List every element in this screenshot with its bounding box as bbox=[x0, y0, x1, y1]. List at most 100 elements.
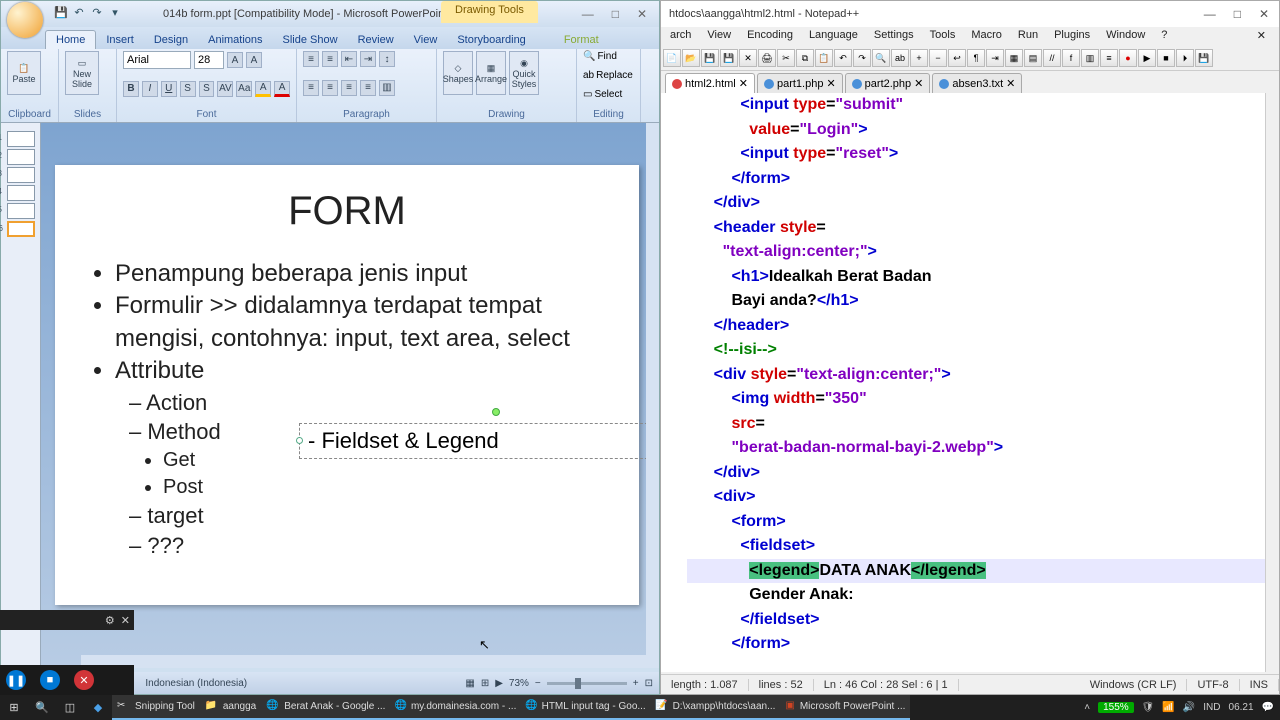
find-icon[interactable]: 🔍 bbox=[872, 49, 890, 67]
slide-content[interactable]: Penampung beberapa jenis input Formulir … bbox=[87, 258, 607, 560]
tab-home[interactable]: Home bbox=[45, 30, 96, 49]
menu-help[interactable]: ? bbox=[1154, 27, 1174, 47]
taskbar-app-snipping[interactable]: ✂Snipping Tool bbox=[112, 695, 200, 720]
taskbar-app-chrome2[interactable]: 🌐my.domainesia.com - ... bbox=[390, 695, 520, 720]
cut-icon[interactable]: ✂ bbox=[777, 49, 795, 67]
thumb-5[interactable]: 5 bbox=[7, 203, 35, 219]
tab-animations[interactable]: Animations bbox=[198, 31, 272, 49]
redo-icon[interactable]: ↷ bbox=[89, 6, 105, 22]
tray-chevron-icon[interactable]: ˄ bbox=[1084, 702, 1090, 713]
file-tab-part1[interactable]: part1.php✕ bbox=[757, 73, 843, 93]
shapes-button[interactable]: ◇Shapes bbox=[443, 51, 473, 95]
redo-icon[interactable]: ↷ bbox=[853, 49, 871, 67]
save-file-icon[interactable]: 💾 bbox=[701, 49, 719, 67]
search-button[interactable]: 🔍 bbox=[28, 695, 56, 720]
menu-tools[interactable]: Tools bbox=[923, 27, 963, 47]
replace-button[interactable]: abReplace bbox=[583, 70, 634, 81]
close-icon[interactable]: ✕ bbox=[637, 7, 647, 21]
record-macro-icon[interactable]: ● bbox=[1119, 49, 1137, 67]
playback-icon[interactable]: ⏵ bbox=[1176, 49, 1194, 67]
save-macro-icon[interactable]: 💾 bbox=[1195, 49, 1213, 67]
menu-plugins[interactable]: Plugins bbox=[1047, 27, 1097, 47]
undo-icon[interactable]: ↶ bbox=[834, 49, 852, 67]
line-spacing-icon[interactable]: ↕ bbox=[379, 51, 395, 67]
play-macro-icon[interactable]: ▶ bbox=[1138, 49, 1156, 67]
highlight-icon[interactable]: A bbox=[255, 81, 271, 97]
zoom-in-icon[interactable]: + bbox=[633, 678, 639, 689]
menu-view[interactable]: View bbox=[700, 27, 738, 47]
view-slideshow-icon[interactable]: ▶ bbox=[495, 678, 503, 689]
menu-window[interactable]: Window bbox=[1099, 27, 1152, 47]
tray-defender-icon[interactable]: 🛡 bbox=[1142, 702, 1155, 713]
justify-icon[interactable]: ≡ bbox=[360, 80, 376, 96]
menu-settings[interactable]: Settings bbox=[867, 27, 921, 47]
grow-font-icon[interactable]: A bbox=[227, 52, 243, 68]
menu-run[interactable]: Run bbox=[1011, 27, 1045, 47]
taskbar-app-ppt[interactable]: ▣Microsoft PowerPoint ... bbox=[780, 695, 910, 720]
taskbar-app-chrome1[interactable]: 🌐Berat Anak - Google ... bbox=[261, 695, 390, 720]
zoom-out-icon[interactable]: − bbox=[929, 49, 947, 67]
file-tab-absen3[interactable]: absen3.txt✕ bbox=[932, 73, 1022, 93]
minimize-icon[interactable]: — bbox=[582, 7, 594, 21]
print-icon[interactable]: 🖨 bbox=[758, 49, 776, 67]
taskbar-app-explorer[interactable]: 📁aangga bbox=[200, 695, 261, 720]
view-sorter-icon[interactable]: ⊞ bbox=[481, 678, 489, 689]
pinned-vscode-icon[interactable]: ◆ bbox=[84, 695, 112, 720]
close-tab-icon[interactable]: ✕ bbox=[914, 77, 923, 90]
menu-language[interactable]: Language bbox=[802, 27, 865, 47]
slide-title[interactable]: FORM bbox=[87, 189, 607, 234]
font-color-icon[interactable]: A bbox=[274, 81, 290, 97]
thumb-4[interactable]: 4 bbox=[7, 185, 35, 201]
file-tab-html2[interactable]: html2.html✕ bbox=[665, 73, 755, 93]
font-name-input[interactable] bbox=[123, 51, 191, 69]
arrange-button[interactable]: ▦Arrange bbox=[476, 51, 506, 95]
cancel-record-button[interactable]: ✕ bbox=[74, 670, 94, 690]
tray-wifi-icon[interactable]: 📶 bbox=[1162, 702, 1174, 713]
select-button[interactable]: ▭Select bbox=[583, 89, 634, 100]
thumb-6[interactable]: 6 bbox=[7, 221, 35, 237]
slide-canvas[interactable]: FORM Penampung beberapa jenis input Form… bbox=[41, 123, 659, 668]
bullets-icon[interactable]: ≡ bbox=[303, 51, 319, 67]
columns-icon[interactable]: ▥ bbox=[379, 80, 395, 96]
close-file-icon[interactable]: ✕ bbox=[739, 49, 757, 67]
tab-format[interactable]: Format bbox=[554, 31, 609, 49]
npp-close-doc-icon[interactable]: ✕ bbox=[1250, 27, 1273, 47]
save-icon[interactable]: 💾 bbox=[53, 6, 69, 22]
unfold-icon[interactable]: ▤ bbox=[1024, 49, 1042, 67]
shrink-font-icon[interactable]: A bbox=[246, 52, 262, 68]
italic-icon[interactable]: I bbox=[142, 81, 158, 97]
open-file-icon[interactable]: 📂 bbox=[682, 49, 700, 67]
undo-icon[interactable]: ↶ bbox=[71, 6, 87, 22]
close-tab-icon[interactable]: ✕ bbox=[1006, 77, 1015, 90]
indent-icon[interactable]: ⇥ bbox=[986, 49, 1004, 67]
close-recorder-icon[interactable]: ✕ bbox=[121, 614, 130, 627]
case-icon[interactable]: Aa bbox=[236, 81, 252, 97]
thumb-2[interactable]: 2 bbox=[7, 149, 35, 165]
stop-button[interactable]: ■ bbox=[40, 670, 60, 690]
file-tab-part2[interactable]: part2.php✕ bbox=[845, 73, 931, 93]
save-all-icon[interactable]: 💾 bbox=[720, 49, 738, 67]
tab-slideshow[interactable]: Slide Show bbox=[273, 31, 348, 49]
taskbar-app-chrome3[interactable]: 🌐HTML input tag - Goo... bbox=[520, 695, 650, 720]
tray-volume-icon[interactable]: 🔊 bbox=[1183, 702, 1195, 713]
wrap-icon[interactable]: ↩ bbox=[948, 49, 966, 67]
find-button[interactable]: 🔍Find bbox=[583, 51, 634, 62]
new-file-icon[interactable]: 📄 bbox=[663, 49, 681, 67]
qat-more-icon[interactable]: ▾ bbox=[107, 6, 123, 22]
view-normal-icon[interactable]: ▦ bbox=[465, 678, 474, 689]
align-left-icon[interactable]: ≡ bbox=[303, 80, 319, 96]
close-tab-icon[interactable]: ✕ bbox=[826, 77, 835, 90]
font-size-input[interactable] bbox=[194, 51, 224, 69]
taskbar-app-npp[interactable]: 📝D:\xampp\htdocs\aan... bbox=[650, 695, 780, 720]
menu-macro[interactable]: Macro bbox=[964, 27, 1009, 47]
npp-maximize-icon[interactable]: □ bbox=[1234, 7, 1241, 21]
task-view-button[interactable]: ◫ bbox=[56, 695, 84, 720]
align-center-icon[interactable]: ≡ bbox=[322, 80, 338, 96]
start-button[interactable]: ⊞ bbox=[0, 695, 28, 720]
zoom-value[interactable]: 73% bbox=[509, 678, 529, 689]
menu-encoding[interactable]: Encoding bbox=[740, 27, 800, 47]
pp-hscrollbar[interactable] bbox=[81, 655, 646, 668]
npp-close-icon[interactable]: ✕ bbox=[1259, 7, 1269, 21]
tray-notifications-icon[interactable]: 💬 bbox=[1262, 702, 1274, 713]
language-indicator[interactable]: Indonesian (Indonesia) bbox=[145, 678, 247, 689]
